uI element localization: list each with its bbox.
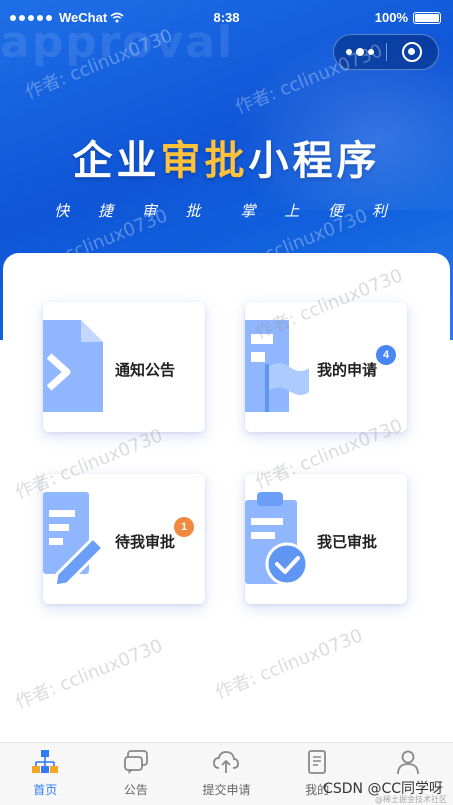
card-label: 我已审批 [317,533,378,551]
document-icon [43,320,103,412]
clipboard-check-icon [245,492,309,586]
pending-count-badge: 1 [174,517,194,537]
miniprogram-capsule [333,34,439,70]
org-chart-icon [32,750,59,773]
credit-sub-watermark: @稀土掘金技术社区 [375,795,447,804]
battery-icon [413,11,441,24]
close-miniprogram-button[interactable] [386,34,438,70]
chat-bubbles-icon [123,750,148,774]
tab-notice[interactable]: 公告 [91,743,182,805]
card-label: 通知公告 [115,361,176,379]
cloud-upload-icon [213,751,240,773]
tab-home[interactable]: 首页 [0,743,91,805]
title-part-1: 企业 [72,138,161,184]
card-approved[interactable]: 我已审批 [245,474,407,604]
user-icon [396,750,419,775]
page-title: 企业审批小程序 [0,128,453,186]
card-label: 我的申请 [317,361,378,379]
tab-label: 首页 [33,783,58,797]
unread-badge: 4 [376,345,396,365]
subtitle-right: 掌 上 便 利 [240,202,399,220]
card-notice[interactable]: 通知公告 [43,302,205,432]
close-ring-icon [402,42,423,62]
title-part-2: 小程序 [248,138,381,184]
more-options-button[interactable] [334,34,386,70]
pen-document-icon [43,492,106,588]
status-bar: WeChat 8:38 100% [0,0,453,34]
card-pending-approval[interactable]: 待我审批 1 [43,474,205,604]
tab-label: 提交申请 [202,783,251,797]
tab-submit[interactable]: 提交申请 [181,743,272,805]
tab-label: 公告 [123,783,148,797]
title-highlight: 审批 [160,138,249,184]
battery-indicator: 100% [375,10,441,25]
card-label: 待我审批 [115,533,176,551]
document-list-icon [308,750,326,774]
card-my-applications[interactable]: 我的申请 4 [245,302,407,432]
subtitle-left: 快 捷 审 批 [54,202,213,220]
flag-icon [245,320,309,412]
page-subtitle: 快 捷 审 批掌 上 便 利 [0,200,453,221]
battery-percent: 100% [374,10,408,25]
